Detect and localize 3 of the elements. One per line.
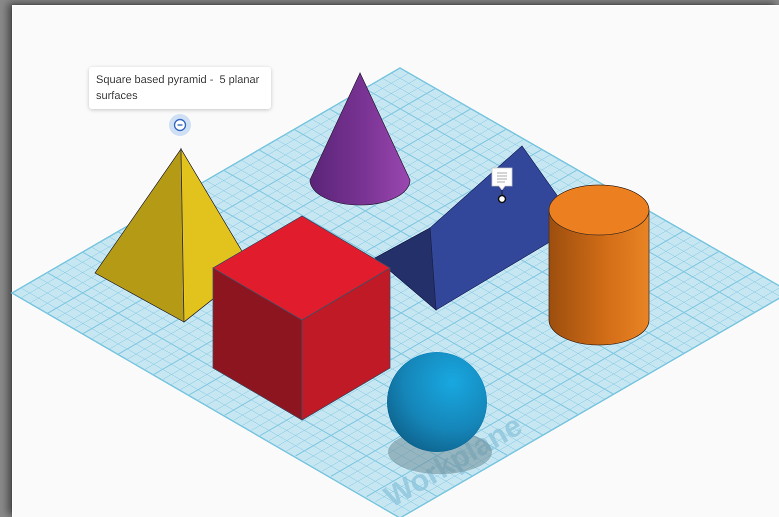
tooltip: Square based pyramid - 5 planar surfaces [89,67,271,109]
collapse-icon[interactable] [169,114,191,136]
note-icon[interactable] [492,168,512,204]
